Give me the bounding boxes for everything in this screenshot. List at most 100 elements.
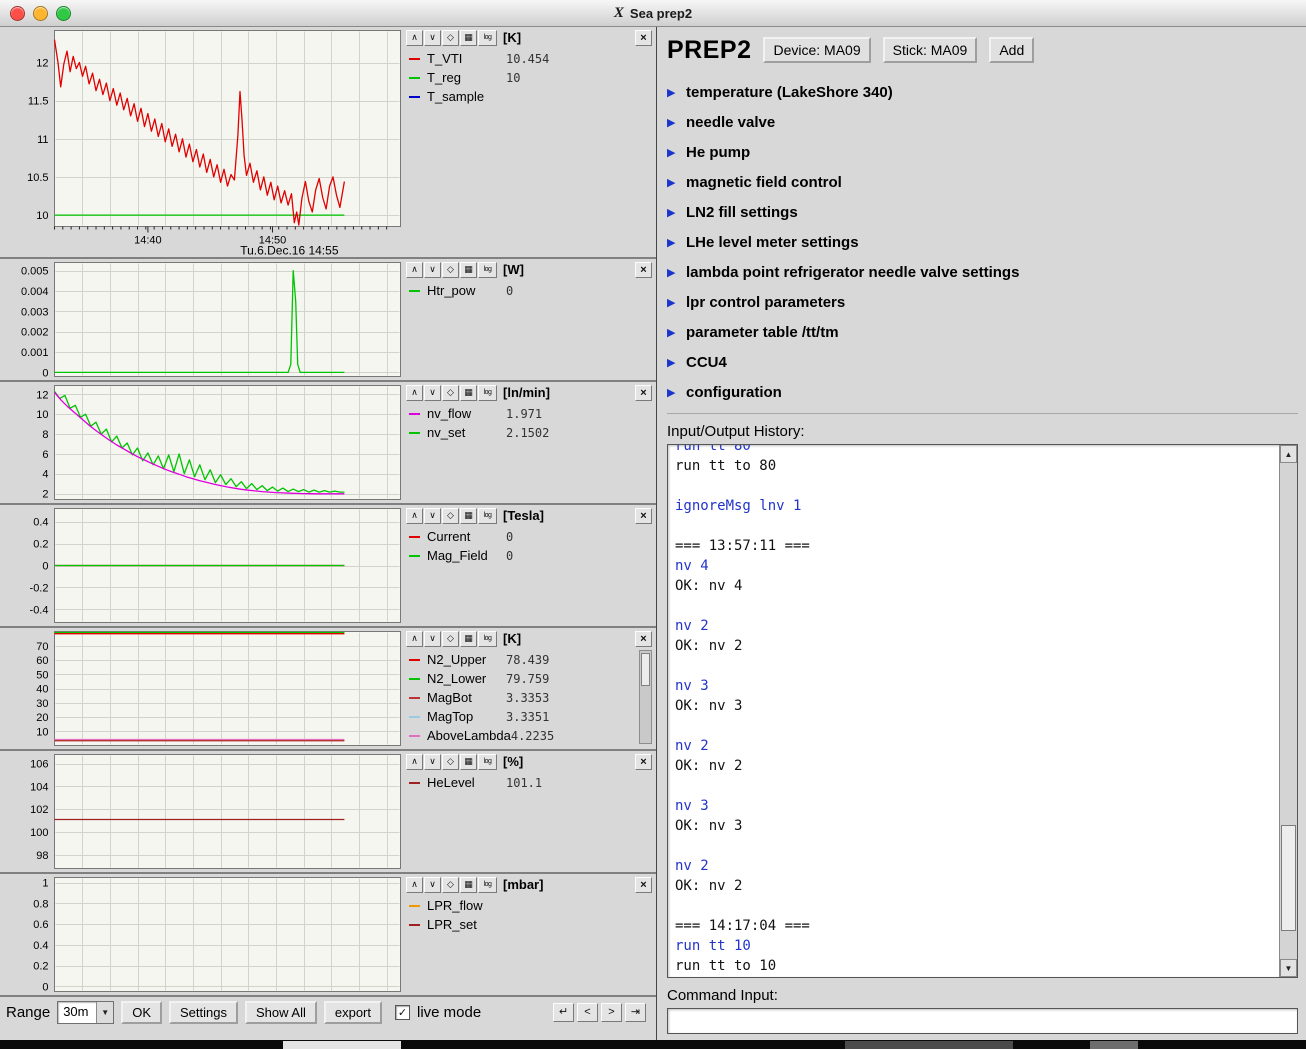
export-button[interactable]: export bbox=[324, 1001, 382, 1024]
log-scale-button[interactable]: log bbox=[478, 508, 497, 524]
legend-item-T_sample[interactable]: T_sample bbox=[406, 87, 652, 106]
show-all-button[interactable]: Show All bbox=[245, 1001, 317, 1024]
plot-area[interactable] bbox=[55, 263, 401, 377]
scroll-down-button[interactable]: ∨ bbox=[424, 385, 441, 401]
scroll-down-button[interactable]: ∨ bbox=[424, 754, 441, 770]
plot-area[interactable] bbox=[55, 31, 401, 227]
scroll-down-button[interactable]: ∨ bbox=[424, 877, 441, 893]
log-scale-button[interactable]: log bbox=[478, 385, 497, 401]
zoom-button[interactable]: ◇ bbox=[442, 262, 459, 278]
section-temperature-lakeshore-340[interactable]: ▶temperature (LakeShore 340) bbox=[667, 77, 1298, 107]
zoom-button[interactable]: ◇ bbox=[442, 754, 459, 770]
close-chart-button[interactable]: × bbox=[635, 262, 652, 278]
plot-area[interactable] bbox=[55, 755, 401, 869]
expand-triangle-icon[interactable]: ▶ bbox=[667, 146, 677, 159]
device-button[interactable]: Device: MA09 bbox=[763, 37, 870, 63]
legend-item-N2_Upper[interactable]: N2_Upper78.439 bbox=[406, 650, 637, 669]
zoom-button[interactable]: ◇ bbox=[442, 877, 459, 893]
legend-item-nv_set[interactable]: nv_set2.1502 bbox=[406, 423, 652, 442]
expand-triangle-icon[interactable]: ▶ bbox=[667, 86, 677, 99]
settings-button[interactable]: Settings bbox=[169, 1001, 238, 1024]
section-lhe-level-meter-settings[interactable]: ▶LHe level meter settings bbox=[667, 227, 1298, 257]
close-chart-button[interactable]: × bbox=[635, 385, 652, 401]
scroll-up-button[interactable]: ∧ bbox=[406, 631, 423, 647]
legend-scrollbar-thumb[interactable] bbox=[641, 653, 650, 686]
live-mode-checkbox[interactable]: ✓ bbox=[395, 1005, 410, 1020]
close-chart-button[interactable]: × bbox=[635, 877, 652, 893]
legend-item-Htr_pow[interactable]: Htr_pow0 bbox=[406, 281, 652, 300]
close-chart-button[interactable]: × bbox=[635, 754, 652, 770]
section-ln2-fill-settings[interactable]: ▶LN2 fill settings bbox=[667, 197, 1298, 227]
legend-item-MagBot[interactable]: MagBot3.3353 bbox=[406, 688, 637, 707]
section-needle-valve[interactable]: ▶needle valve bbox=[667, 107, 1298, 137]
history-scrollbar[interactable]: ▲ ▼ bbox=[1279, 445, 1297, 977]
legend-item-Current[interactable]: Current0 bbox=[406, 527, 652, 546]
legend-item-MagTop[interactable]: MagTop3.3351 bbox=[406, 707, 637, 726]
plot-area[interactable] bbox=[55, 878, 401, 992]
legend-item-nv_flow[interactable]: nv_flow1.971 bbox=[406, 404, 652, 423]
legend-item-AboveLambda[interactable]: AboveLambda4.2235 bbox=[406, 726, 637, 745]
zoom-button[interactable]: ◇ bbox=[442, 385, 459, 401]
add-button[interactable]: Add bbox=[989, 37, 1034, 63]
window-titlebar[interactable]: X Sea prep2 bbox=[0, 0, 1306, 27]
step-back-button[interactable]: < bbox=[577, 1003, 598, 1022]
section-ccu4[interactable]: ▶CCU4 bbox=[667, 347, 1298, 377]
minimize-window-button[interactable] bbox=[33, 6, 48, 21]
scroll-up-button[interactable]: ▲ bbox=[1280, 445, 1297, 463]
expand-triangle-icon[interactable]: ▶ bbox=[667, 236, 677, 249]
legend-item-N2_Lower[interactable]: N2_Lower79.759 bbox=[406, 669, 637, 688]
grid-options-button[interactable]: ▦ bbox=[460, 754, 477, 770]
chevron-down-icon[interactable]: ▼ bbox=[96, 1002, 113, 1023]
legend-item-T_reg[interactable]: T_reg10 bbox=[406, 68, 652, 87]
expand-triangle-icon[interactable]: ▶ bbox=[667, 326, 677, 339]
scroll-down-button[interactable]: ∨ bbox=[424, 30, 441, 46]
expand-triangle-icon[interactable]: ▶ bbox=[667, 206, 677, 219]
scroll-down-button[interactable]: ∨ bbox=[424, 508, 441, 524]
scroll-up-button[interactable]: ∧ bbox=[406, 877, 423, 893]
legend-item-Mag_Field[interactable]: Mag_Field0 bbox=[406, 546, 652, 565]
scrollbar-track[interactable] bbox=[1280, 463, 1297, 959]
plot-area[interactable] bbox=[55, 632, 401, 746]
zoom-button[interactable]: ◇ bbox=[442, 631, 459, 647]
close-chart-button[interactable]: × bbox=[635, 30, 652, 46]
zoom-button[interactable]: ◇ bbox=[442, 30, 459, 46]
section-magnetic-field-control[interactable]: ▶magnetic field control bbox=[667, 167, 1298, 197]
grid-options-button[interactable]: ▦ bbox=[460, 877, 477, 893]
scroll-up-button[interactable]: ∧ bbox=[406, 385, 423, 401]
grid-options-button[interactable]: ▦ bbox=[460, 631, 477, 647]
grid-options-button[interactable]: ▦ bbox=[460, 262, 477, 278]
log-scale-button[interactable]: log bbox=[478, 262, 497, 278]
log-scale-button[interactable]: log bbox=[478, 877, 497, 893]
legend-item-LPR_set[interactable]: LPR_set bbox=[406, 915, 652, 934]
jump-end-button[interactable]: ⇥ bbox=[625, 1003, 646, 1022]
scrollbar-thumb[interactable] bbox=[1281, 825, 1296, 931]
close-window-button[interactable] bbox=[10, 6, 25, 21]
step-forward-button[interactable]: > bbox=[601, 1003, 622, 1022]
legend-item-LPR_flow[interactable]: LPR_flow bbox=[406, 896, 652, 915]
expand-triangle-icon[interactable]: ▶ bbox=[667, 296, 677, 309]
zoom-window-button[interactable] bbox=[56, 6, 71, 21]
scroll-up-button[interactable]: ∧ bbox=[406, 508, 423, 524]
expand-triangle-icon[interactable]: ▶ bbox=[667, 356, 677, 369]
grid-options-button[interactable]: ▦ bbox=[460, 385, 477, 401]
scroll-down-button[interactable]: ▼ bbox=[1280, 959, 1297, 977]
legend-item-HeLevel[interactable]: HeLevel101.1 bbox=[406, 773, 652, 792]
zoom-button[interactable]: ◇ bbox=[442, 508, 459, 524]
expand-triangle-icon[interactable]: ▶ bbox=[667, 116, 677, 129]
command-input[interactable] bbox=[667, 1008, 1298, 1034]
close-chart-button[interactable]: × bbox=[635, 508, 652, 524]
close-chart-button[interactable]: × bbox=[635, 631, 652, 647]
grid-options-button[interactable]: ▦ bbox=[460, 30, 477, 46]
scroll-down-button[interactable]: ∨ bbox=[424, 631, 441, 647]
scroll-up-button[interactable]: ∧ bbox=[406, 754, 423, 770]
expand-triangle-icon[interactable]: ▶ bbox=[667, 386, 677, 399]
scroll-down-button[interactable]: ∨ bbox=[424, 262, 441, 278]
section-parameter-table-tt-tm[interactable]: ▶parameter table /tt/tm bbox=[667, 317, 1298, 347]
log-scale-button[interactable]: log bbox=[478, 754, 497, 770]
log-scale-button[interactable]: log bbox=[478, 30, 497, 46]
expand-triangle-icon[interactable]: ▶ bbox=[667, 176, 677, 189]
scroll-up-button[interactable]: ∧ bbox=[406, 262, 423, 278]
section-lpr-control-parameters[interactable]: ▶lpr control parameters bbox=[667, 287, 1298, 317]
legend-scrollbar[interactable] bbox=[639, 650, 652, 744]
section-he-pump[interactable]: ▶He pump bbox=[667, 137, 1298, 167]
